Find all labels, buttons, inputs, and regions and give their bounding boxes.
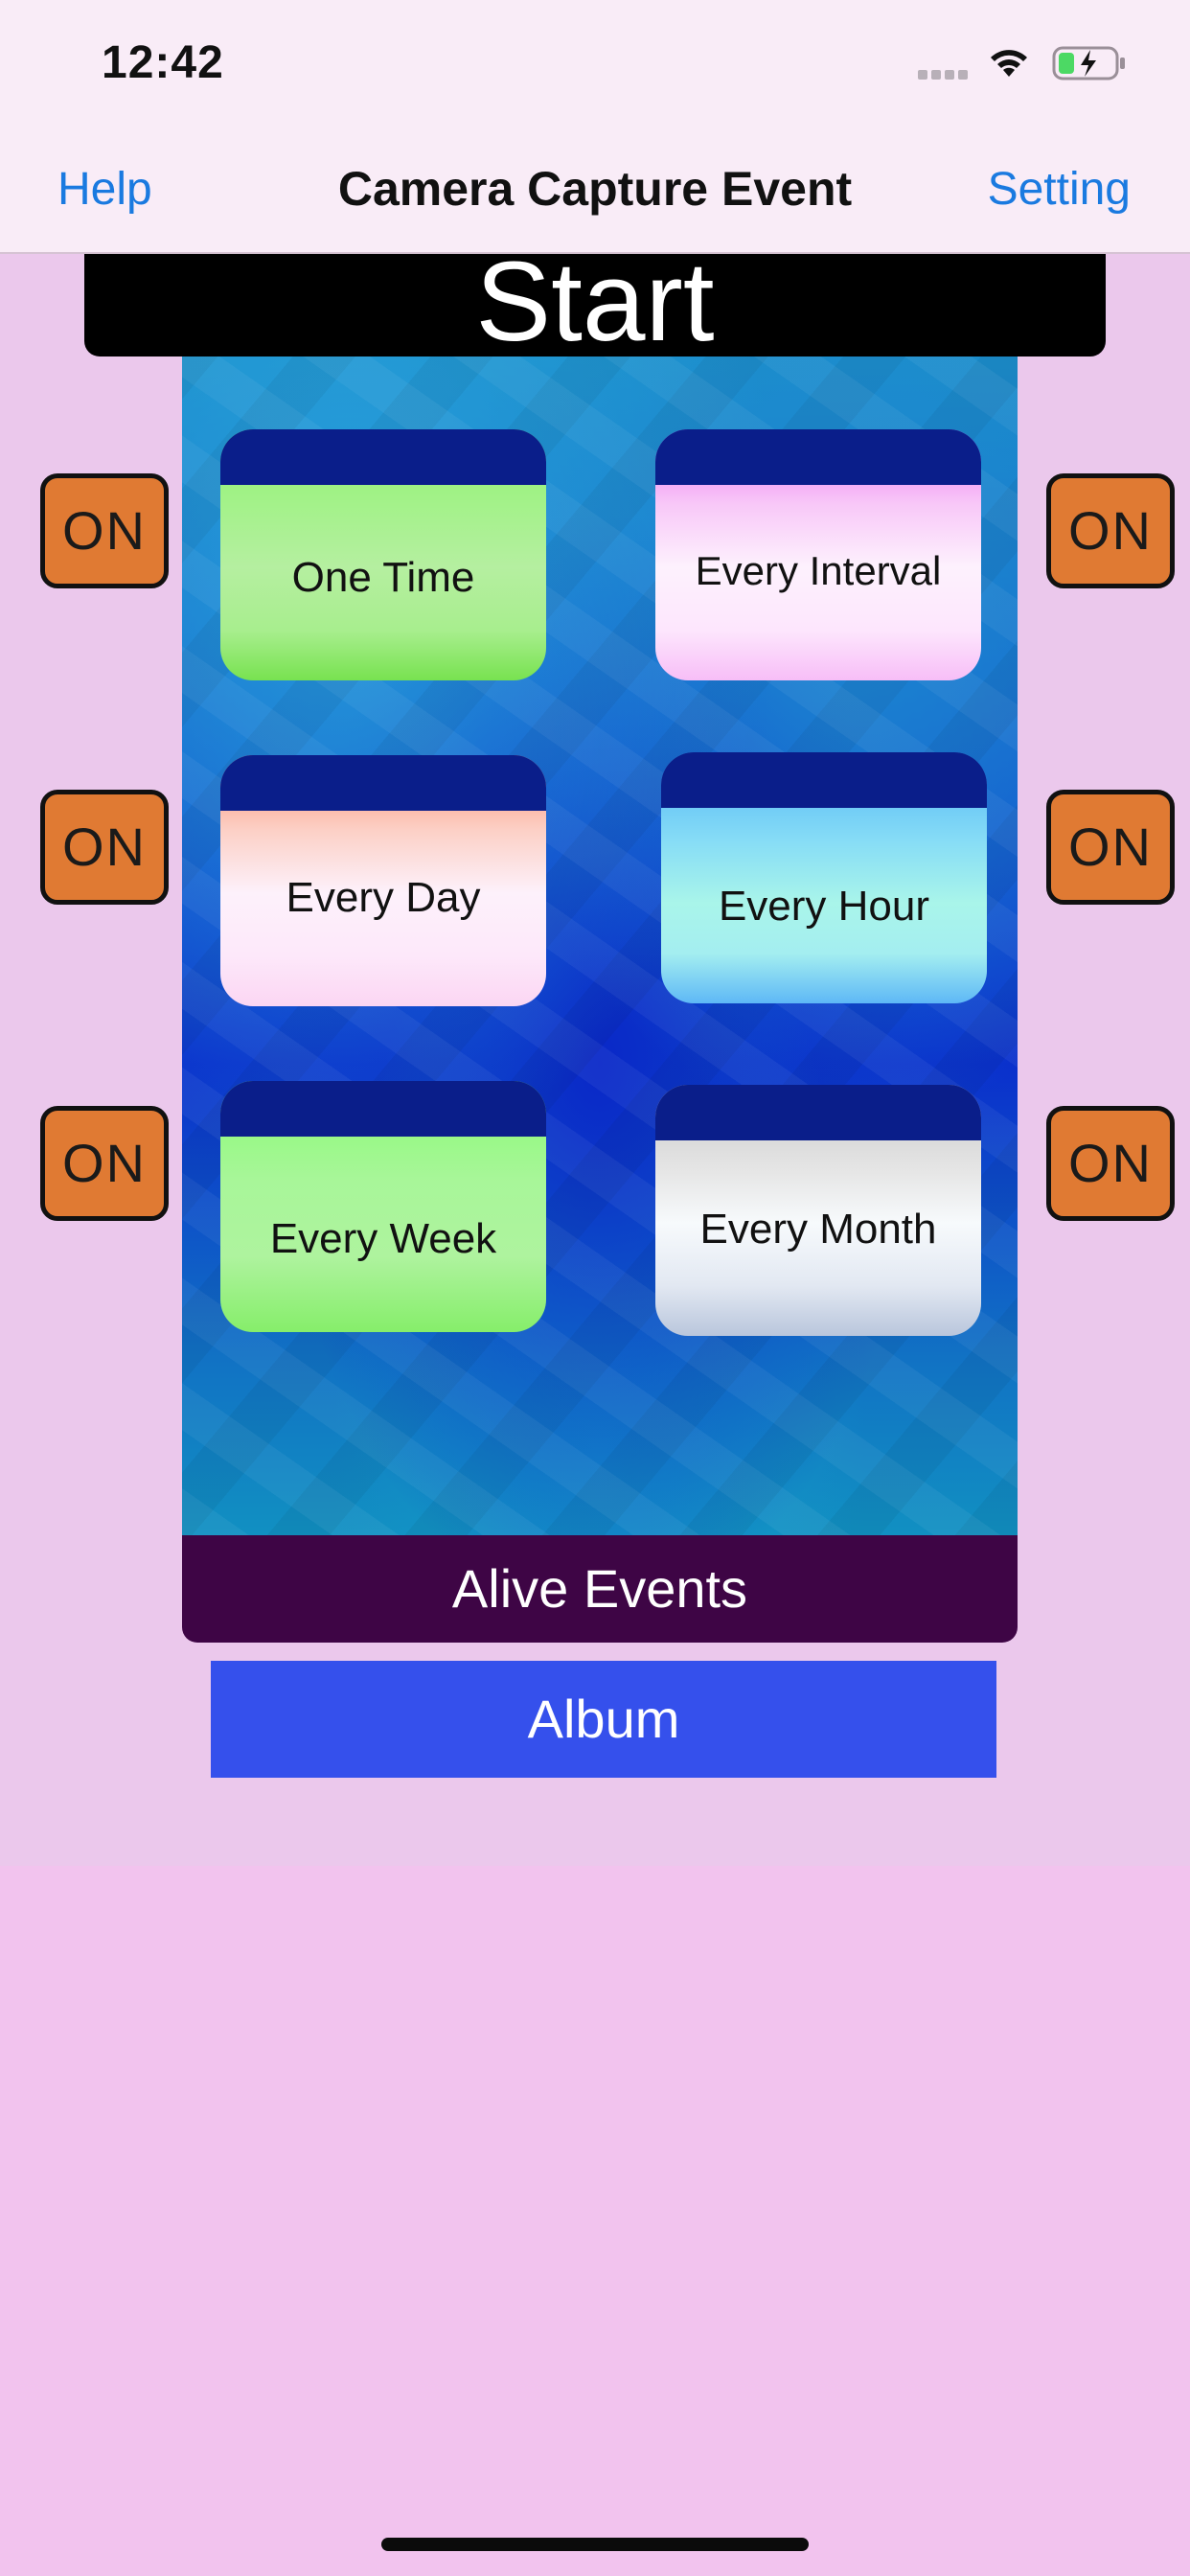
tile-header bbox=[661, 752, 987, 808]
one-time-on-toggle[interactable]: ON bbox=[40, 473, 169, 588]
tile-header bbox=[655, 429, 981, 485]
battery-charging-icon bbox=[1052, 46, 1125, 80]
tile-label: Every Interval bbox=[695, 548, 942, 593]
tile-header bbox=[220, 429, 546, 485]
every-interval-on-toggle[interactable]: ON bbox=[1046, 473, 1175, 588]
start-button[interactable]: Start bbox=[84, 254, 1106, 356]
tile-label: Every Hour bbox=[718, 883, 930, 930]
album-button[interactable]: Album bbox=[211, 1661, 996, 1778]
every-month-event-button[interactable]: Every Month bbox=[655, 1085, 981, 1336]
signal-icon bbox=[918, 67, 973, 80]
home-indicator[interactable] bbox=[381, 2538, 809, 2551]
alive-events-button[interactable]: Alive Events bbox=[182, 1535, 1018, 1643]
setting-button[interactable]: Setting bbox=[988, 163, 1131, 216]
every-hour-on-toggle[interactable]: ON bbox=[1046, 790, 1175, 905]
tile-header bbox=[220, 755, 546, 811]
every-hour-event-button[interactable]: Every Hour bbox=[661, 752, 987, 1003]
tile-header bbox=[220, 1081, 546, 1137]
tile-label: One Time bbox=[291, 554, 475, 601]
tile-label: Every Month bbox=[699, 1206, 937, 1253]
one-time-event-button[interactable]: One Time bbox=[220, 429, 546, 680]
wifi-icon bbox=[991, 50, 1027, 77]
tile-header bbox=[655, 1085, 981, 1140]
every-week-on-toggle[interactable]: ON bbox=[40, 1106, 169, 1221]
every-week-event-button[interactable]: Every Week bbox=[220, 1081, 546, 1332]
tile-label: Every Week bbox=[269, 1215, 497, 1262]
every-day-event-button[interactable]: Every Day bbox=[220, 755, 546, 1006]
every-month-on-toggle[interactable]: ON bbox=[1046, 1106, 1175, 1221]
every-day-on-toggle[interactable]: ON bbox=[40, 790, 169, 905]
status-time: 12:42 bbox=[102, 37, 224, 88]
every-interval-event-button[interactable]: Every Interval bbox=[655, 429, 981, 680]
tile-label: Every Day bbox=[286, 874, 481, 921]
